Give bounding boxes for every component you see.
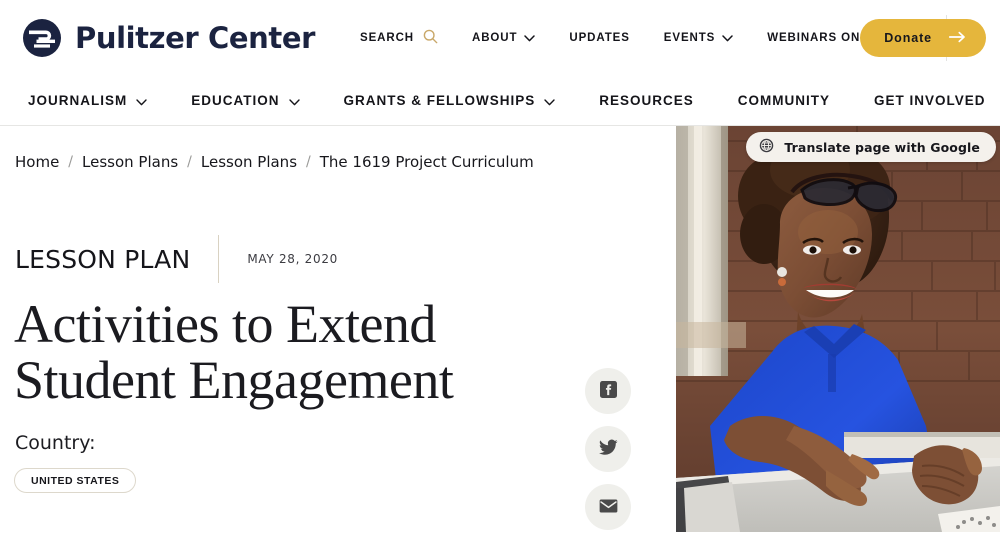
nav-item-journalism[interactable]: Journalism <box>28 93 147 109</box>
search-icon <box>423 29 438 47</box>
article-kicker: LESSON PLAN <box>15 244 191 274</box>
search-button[interactable]: Search <box>360 29 455 47</box>
nav-label-resources: Resources <box>599 93 694 108</box>
site-header: Pulitzer Center Search About Updates <box>0 0 1000 76</box>
utility-nav: Search About Updates Events <box>360 15 947 61</box>
site-brand-name: Pulitzer Center <box>75 21 316 55</box>
nav-label-grants-and-fellowships: Grants & Fellowships <box>343 93 536 108</box>
page-body: Home / Lesson Plans / Lesson Plans / The… <box>0 126 1000 532</box>
breadcrumb-item-lesson-plans-2[interactable]: Lesson Plans <box>201 153 297 171</box>
nav-label-community: Community <box>737 93 831 108</box>
page-title-line-1: Activities to Extend <box>14 294 436 354</box>
page-title: Activities to Extend Student Engagement <box>14 294 574 410</box>
nav-item-grants-and-fellowships[interactable]: Grants & Fellowships <box>344 93 556 109</box>
utility-nav-item-about[interactable]: About <box>455 32 552 45</box>
hero-media: Translate page with Google <box>676 126 1000 532</box>
country-label: Country: <box>15 432 96 455</box>
translate-page-button-label: Translate page with Google <box>784 139 980 155</box>
share-email-button[interactable] <box>585 484 631 530</box>
utility-nav-label-events: Events <box>663 32 716 44</box>
breadcrumb-separator: / <box>187 154 192 170</box>
pulitzer-circle-logo-icon <box>22 18 62 58</box>
breadcrumb-separator: / <box>306 154 311 170</box>
site-logo-link[interactable]: Pulitzer Center <box>22 18 315 58</box>
nav-item-get-involved[interactable]: Get Involved <box>874 93 986 108</box>
breadcrumb: Home / Lesson Plans / Lesson Plans / The… <box>0 126 676 171</box>
utility-nav-item-events[interactable]: Events <box>647 32 750 45</box>
translate-page-button[interactable]: Translate page with Google <box>746 132 996 162</box>
utility-nav-item-updates[interactable]: Updates <box>552 32 646 44</box>
nav-label-education: Education <box>191 93 280 108</box>
utility-nav-label-updates: Updates <box>569 32 630 44</box>
nav-label-journalism: Journalism <box>28 93 128 108</box>
nav-item-education[interactable]: Education <box>191 93 300 109</box>
chevron-down-icon <box>544 94 555 109</box>
twitter-icon <box>598 439 618 459</box>
country-tag-united-states[interactable]: UNITED STATES <box>14 468 137 494</box>
breadcrumb-separator: / <box>68 154 74 170</box>
breadcrumb-item-lesson-plans-1[interactable]: Lesson Plans <box>82 153 178 171</box>
utility-nav-label-about: About <box>472 32 518 44</box>
nav-label-get-involved: Get Involved <box>874 93 986 108</box>
article-meta-row: LESSON PLAN MAY 28, 2020 <box>15 235 676 283</box>
globe-icon <box>759 138 774 156</box>
utility-nav-label-search: Search <box>360 32 414 44</box>
breadcrumb-item-current[interactable]: The 1619 Project Curriculum <box>320 153 534 171</box>
chevron-down-icon <box>722 33 733 45</box>
arrow-right-icon <box>948 31 966 46</box>
hero-image <box>676 126 1000 532</box>
chevron-down-icon <box>524 33 536 45</box>
share-facebook-button[interactable] <box>585 368 631 414</box>
article-date: MAY 28, 2020 <box>247 252 338 266</box>
meta-divider <box>218 235 220 283</box>
donate-button[interactable]: Donate <box>860 19 986 57</box>
chevron-down-icon <box>288 94 300 109</box>
email-icon <box>599 498 618 516</box>
share-twitter-button[interactable] <box>585 426 631 472</box>
nav-item-resources[interactable]: Resources <box>599 93 694 108</box>
facebook-icon <box>599 381 617 401</box>
breadcrumb-item-home[interactable]: Home <box>15 153 59 171</box>
chevron-down-icon <box>136 94 147 109</box>
share-rail <box>585 368 631 530</box>
donate-button-label: Donate <box>884 31 932 45</box>
nav-item-community[interactable]: Community <box>738 93 830 108</box>
article-content-column: Home / Lesson Plans / Lesson Plans / The… <box>0 126 676 532</box>
page-title-line-2: Student Engagement <box>14 349 454 410</box>
primary-nav: Journalism Education Grants & Fellowship… <box>0 76 1000 126</box>
country-tag-list: UNITED STATES <box>14 468 676 494</box>
